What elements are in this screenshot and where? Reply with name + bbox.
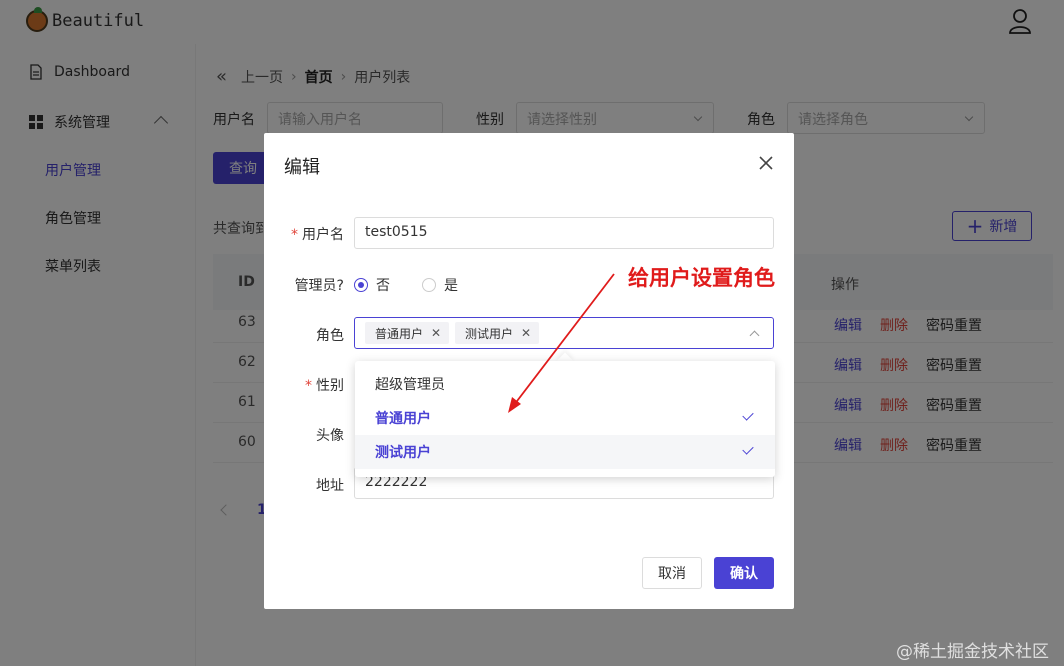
radio-unchecked-icon <box>422 278 436 292</box>
close-icon[interactable] <box>758 155 774 171</box>
role-option-label: 超级管理员 <box>375 377 445 393</box>
gender-label-text: 性别 <box>316 378 344 394</box>
role-multiselect[interactable]: 普通用户 ✕ 测试用户 ✕ <box>354 317 774 349</box>
gender-label: * 性别 <box>264 375 344 395</box>
close-icon[interactable]: ✕ <box>431 326 441 340</box>
username-label-text: 用户名 <box>302 227 344 243</box>
role-tag: 测试用户 ✕ <box>455 322 540 344</box>
admin-radio-no[interactable]: 否 <box>354 275 390 295</box>
check-icon <box>742 409 754 421</box>
role-label: 角色 <box>316 328 344 344</box>
check-icon <box>742 443 754 455</box>
role-option[interactable]: 测试用户 <box>355 435 775 469</box>
role-tag-label: 普通用户 <box>375 326 424 341</box>
confirm-button[interactable]: 确认 <box>714 557 774 589</box>
role-option[interactable]: 超级管理员 <box>355 367 775 401</box>
username-label: * 用户名 <box>264 224 344 244</box>
modal-title: 编辑 <box>284 157 320 178</box>
role-option-label: 普通用户 <box>375 411 431 427</box>
annotation-text: 给用户设置角色 <box>628 266 775 290</box>
role-option[interactable]: 普通用户 <box>355 401 775 435</box>
admin-label: 管理员? <box>294 278 344 294</box>
role-dropdown: 超级管理员 普通用户 测试用户 <box>355 361 775 477</box>
watermark: @稀土掘金技术社区 <box>896 642 1049 662</box>
chevron-up-icon[interactable] <box>749 330 760 341</box>
admin-radio-yes-label: 是 <box>444 278 458 294</box>
role-tag: 普通用户 ✕ <box>365 322 450 344</box>
radio-checked-icon <box>354 278 368 292</box>
address-label: 地址 <box>316 478 344 494</box>
close-icon[interactable]: ✕ <box>521 326 531 340</box>
role-option-label: 测试用户 <box>375 445 431 461</box>
required-mark: * <box>291 227 298 243</box>
cancel-button[interactable]: 取消 <box>642 557 702 589</box>
required-mark: * <box>305 378 312 394</box>
role-tag-label: 测试用户 <box>465 326 514 341</box>
avatar-label: 头像 <box>316 428 344 444</box>
username-field[interactable]: test0515 <box>354 217 774 249</box>
admin-radio-no-label: 否 <box>376 278 390 294</box>
admin-radio-yes[interactable]: 是 <box>422 275 458 295</box>
